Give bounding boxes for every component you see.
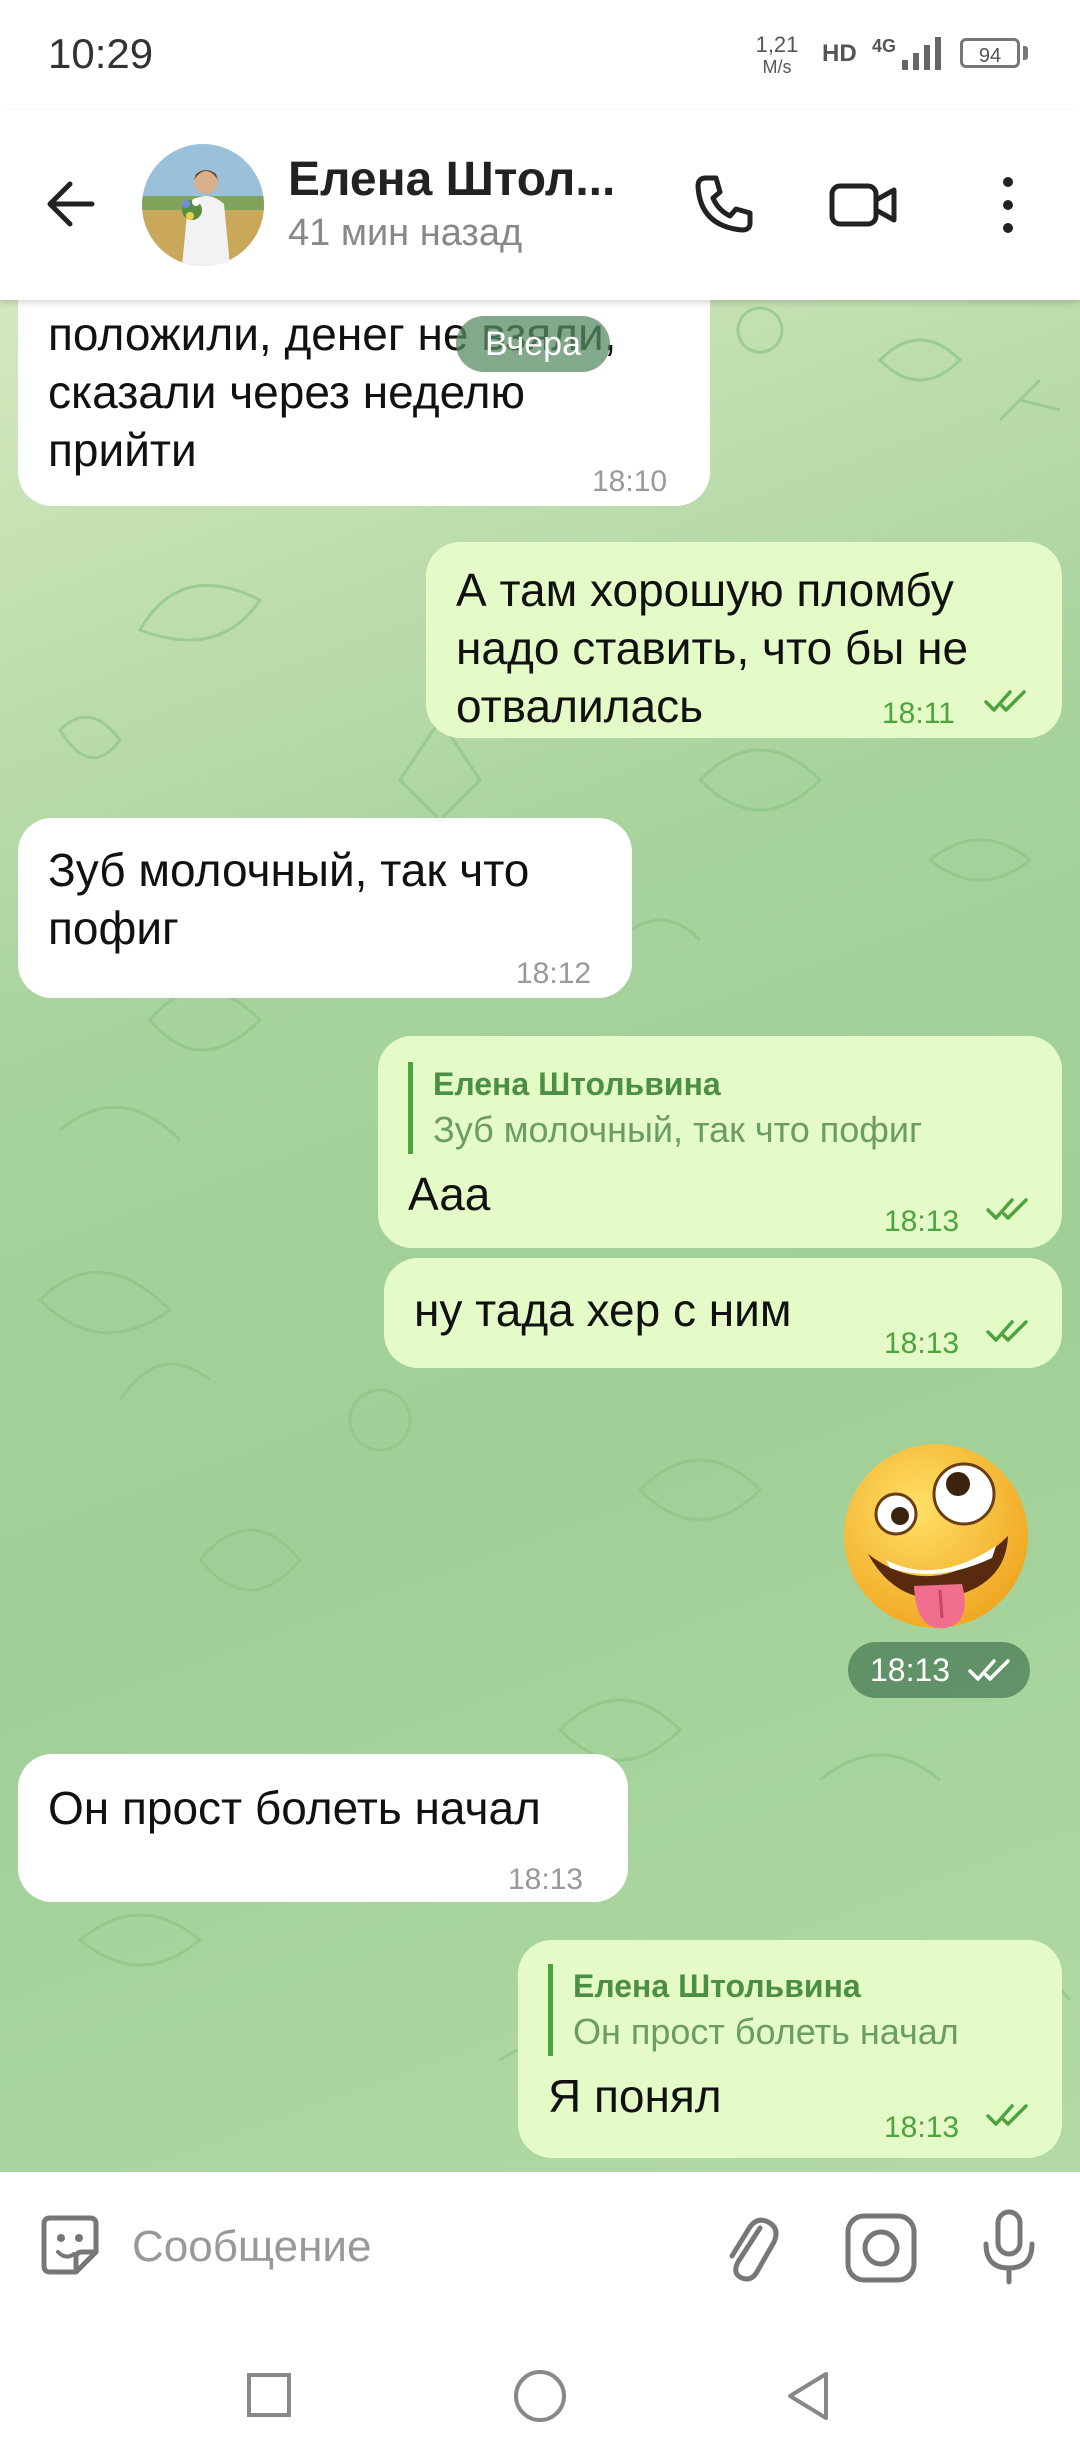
message-time: 18:13 [884, 1327, 960, 1360]
message-text: отвалилась [456, 680, 704, 732]
read-ticks-icon [986, 2104, 1028, 2126]
message-bubble-outgoing[interactable]: А там хорошую пломбу надо ставить, что б… [426, 542, 1062, 738]
message-time: 18:11 [882, 697, 955, 730]
network-speed-unit: M/s [762, 57, 792, 77]
message-text: Я понял [548, 2070, 722, 2122]
reply-quote[interactable]: Елена Штольвина Он прост болеть начал [548, 1964, 959, 2056]
read-ticks-icon [986, 1320, 1028, 1342]
message-input-bar [0, 2172, 1080, 2320]
network-speed-value: 1,21 [755, 32, 799, 57]
battery-tip [1023, 46, 1028, 60]
reply-sender-name: Елена Штольвина [573, 1968, 861, 2004]
message-bubble-outgoing[interactable]: Елена Штольвина Он прост болеть начал Я … [518, 1940, 1062, 2158]
message-text: Зуб молочный, так что [48, 844, 530, 896]
video-call-icon[interactable] [826, 170, 900, 240]
back-triangle-icon[interactable] [782, 2368, 834, 2424]
paperclip-icon[interactable] [720, 2210, 780, 2286]
chat-messages[interactable]: Вчера положили, денег не взяли, сказали … [0, 300, 1080, 2172]
message-time: 18:12 [516, 957, 592, 990]
message-time: 18:13 [884, 1205, 960, 1238]
home-icon[interactable] [512, 2368, 568, 2424]
more-options-icon[interactable] [990, 172, 1026, 238]
message-time: 18:10 [592, 465, 668, 498]
back-arrow-icon[interactable] [40, 172, 104, 236]
reply-text: Он прост болеть начал [573, 2011, 959, 2052]
read-ticks-icon [984, 690, 1026, 712]
reply-text: Зуб молочный, так что пофиг [433, 1109, 923, 1150]
signal-icon [902, 37, 941, 70]
message-text: А там хорошую пломбу [456, 564, 954, 616]
last-seen-status: 41 мин назад [288, 212, 523, 254]
message-text: ну тада хер с ним [414, 1284, 792, 1336]
camera-icon[interactable] [842, 2212, 920, 2284]
chat-header: Елена Штол... 41 мин назад [0, 110, 1080, 300]
date-separator: Вчера [456, 316, 610, 372]
battery-icon: 94 [960, 38, 1020, 68]
message-time: 18:13 [508, 1863, 584, 1896]
message-time: 18:13 [870, 1652, 951, 1688]
message-bubble-incoming[interactable]: Он прост болеть начал 18:13 [18, 1754, 628, 1902]
message-text: сказали через неделю [48, 366, 525, 418]
read-ticks-icon [986, 1198, 1028, 1220]
microphone-icon[interactable] [974, 2208, 1044, 2288]
hd-indicator: HD [822, 40, 857, 67]
status-bar: 10:29 1,21 M/s HD 4G 94 [0, 0, 1080, 110]
message-text: Ааа [408, 1168, 491, 1220]
message-text: надо ставить, что бы не [456, 622, 969, 674]
phone-call-icon[interactable] [688, 170, 758, 240]
message-bubble-incoming[interactable]: Зуб молочный, так что пофиг 18:12 [18, 818, 632, 998]
message-text: Он прост болеть начал [48, 1782, 541, 1834]
message-text: прийти [48, 424, 197, 476]
reply-sender-name: Елена Штольвина [433, 1066, 721, 1102]
status-clock: 10:29 [48, 30, 154, 77]
message-input[interactable] [130, 2216, 654, 2278]
message-time: 18:13 [884, 2111, 960, 2144]
network-speed: 1,21 M/s [752, 34, 802, 78]
message-bubble-outgoing[interactable]: ну тада хер с ним 18:13 [384, 1258, 1062, 1368]
network-type: 4G [872, 36, 897, 56]
recent-apps-icon[interactable] [246, 2372, 292, 2418]
system-navigation-bar [0, 2320, 1080, 2460]
avatar[interactable] [142, 144, 264, 266]
message-text: пофиг [48, 902, 179, 954]
read-ticks-icon [968, 1659, 1010, 1681]
contact-name[interactable]: Елена Штол... [288, 152, 615, 207]
sticker-time-pill: 18:13 [848, 1642, 1030, 1698]
message-bubble-outgoing[interactable]: Елена Штольвина Зуб молочный, так что по… [378, 1036, 1062, 1248]
zany-face-emoji-sticker[interactable] [836, 1436, 1036, 1636]
sticker-emoji-icon[interactable] [34, 2210, 106, 2282]
reply-quote[interactable]: Елена Штольвина Зуб молочный, так что по… [408, 1062, 922, 1154]
